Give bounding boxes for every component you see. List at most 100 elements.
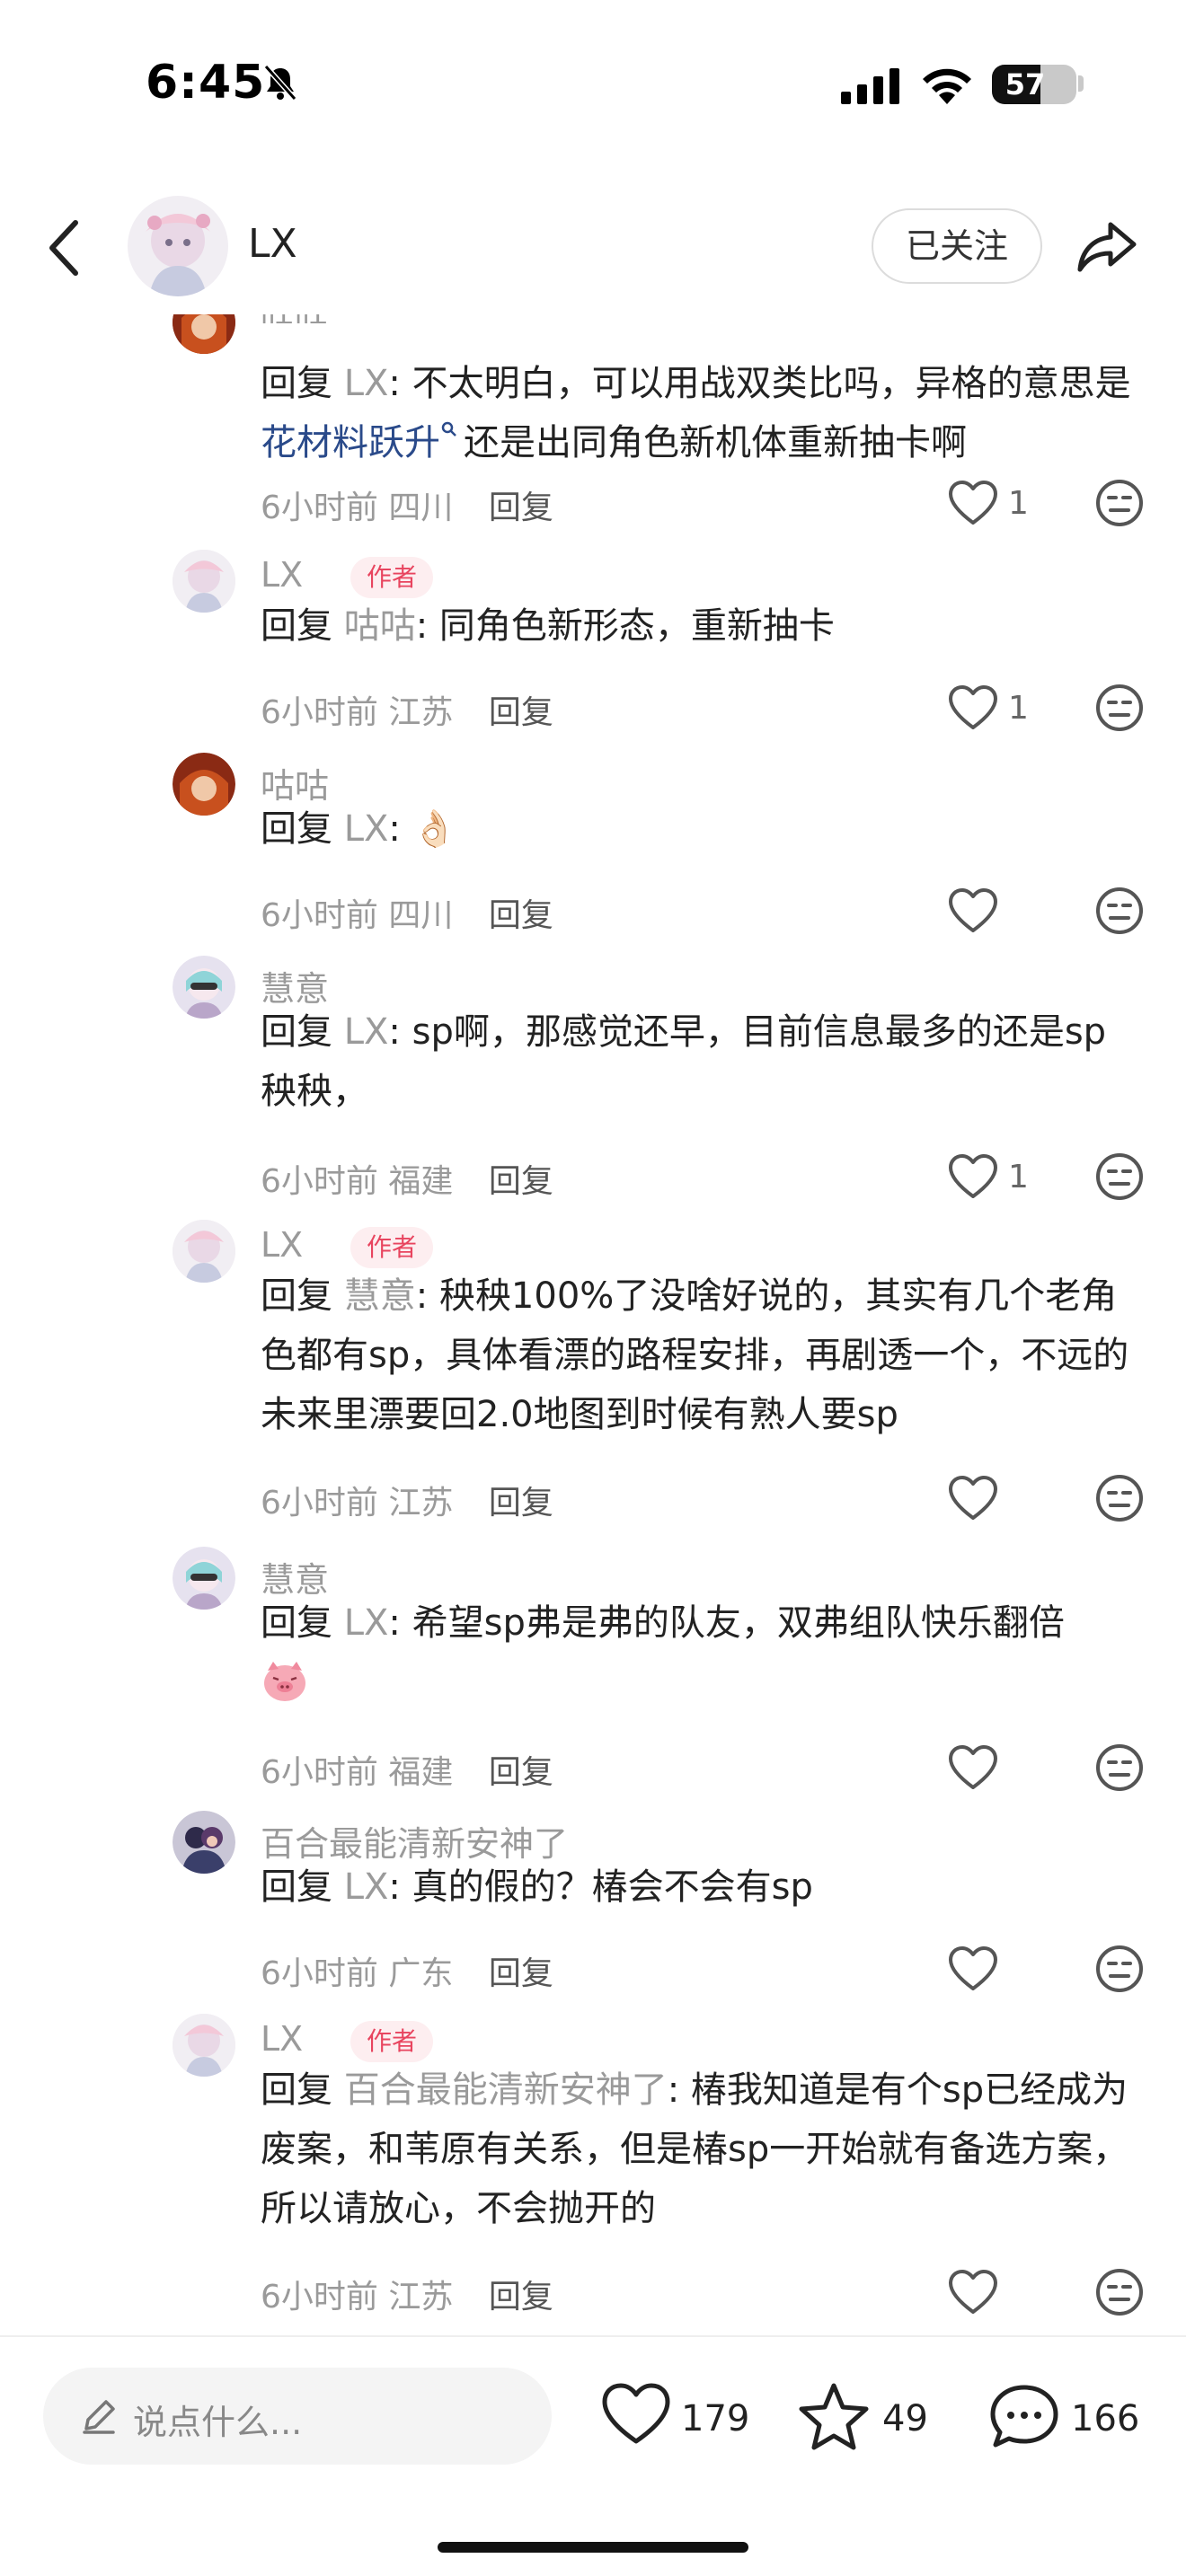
comment-time: 6小时前: [261, 1754, 378, 1791]
comment-text: 回复 LX: 不太明白，可以用战双类比吗，异格的意思是 花材料跃升 还是出同角色新…: [261, 354, 1141, 472]
heart-icon: [602, 2383, 670, 2444]
comment-time: 6小时前: [261, 2279, 378, 2316]
comment-meta: 6小时前 广东 回复: [261, 1947, 553, 1994]
comment-meta: 6小时前 江苏 回复: [261, 1477, 553, 1523]
avatar[interactable]: [173, 1547, 235, 1610]
favorite-button[interactable]: 49: [798, 2382, 933, 2454]
comment-body-emoji: 👌🏻: [412, 808, 457, 850]
comment-text: 回复 LX: 真的假的？椿会不会有sp: [261, 1857, 1141, 1917]
heart-icon[interactable]: [947, 887, 999, 934]
comment-text: 回复 百合最能清新安神了: 椿我知道是有个sp已经成为废案，和苇原有关系，但是椿…: [261, 2060, 1141, 2238]
favorite-count: 49: [882, 2398, 928, 2439]
heart-icon[interactable]: [947, 1475, 999, 1522]
avatar[interactable]: [173, 956, 235, 1019]
reply-target[interactable]: 咕咕: [344, 605, 416, 647]
bell-slash-icon: [263, 65, 297, 101]
avatar[interactable]: [173, 550, 235, 613]
avatar[interactable]: [173, 1811, 235, 1874]
heart-icon[interactable]: [947, 1744, 999, 1791]
share-icon[interactable]: [1075, 214, 1139, 278]
comment-meta: 6小时前 江苏 回复: [261, 2271, 553, 2317]
reply-prefix: 回复: [261, 2069, 332, 2111]
reply-button[interactable]: 回复: [489, 694, 553, 731]
reply-target[interactable]: LX: [344, 1866, 389, 1908]
neutral-face-icon[interactable]: [1094, 2267, 1145, 2317]
reply-separator: :: [388, 363, 412, 404]
comment-meta: 6小时前 福建 回复: [261, 1746, 553, 1793]
reply-target[interactable]: 慧意: [344, 1275, 416, 1317]
neutral-face-icon[interactable]: [1094, 478, 1145, 528]
pencil-icon: [83, 2400, 115, 2434]
back-icon[interactable]: [40, 216, 90, 280]
search-link[interactable]: 花材料跃升: [261, 422, 440, 463]
commenter-name: 咕咕: [261, 314, 329, 323]
reply-target[interactable]: LX: [344, 1602, 389, 1644]
comment-location: 江苏: [388, 2279, 454, 2316]
heart-icon[interactable]: [947, 684, 999, 731]
comment-location: 四川: [388, 490, 454, 526]
like-post-button[interactable]: 179: [600, 2382, 753, 2454]
comment-time: 6小时前: [261, 490, 378, 526]
author-name: LX: [248, 221, 297, 267]
comment-body: 希望sp弗是弗的队友，双弗组队快乐翻倍: [412, 1602, 1065, 1644]
reply-target[interactable]: LX: [344, 808, 389, 850]
reply-prefix: 回复: [261, 363, 332, 404]
comment-meta: 6小时前 江苏 回复: [261, 686, 553, 733]
reply-target[interactable]: LX: [344, 363, 389, 404]
commenter-name: LX: [261, 2019, 304, 2059]
reply-separator: :: [415, 1275, 439, 1317]
reply-prefix: 回复: [261, 1602, 332, 1644]
comment-body: 不太明白，可以用战双类比吗，异格的意思是: [412, 363, 1131, 404]
comment-time: 6小时前: [261, 1485, 378, 1522]
comment-meta: 6小时前 福建 回复: [261, 1155, 553, 1202]
reply-button[interactable]: 回复: [489, 1163, 553, 1200]
comment-location: 江苏: [388, 1485, 454, 1522]
comment-time: 6小时前: [261, 1163, 378, 1200]
reply-button[interactable]: 回复: [489, 1485, 553, 1522]
neutral-face-icon[interactable]: [1094, 1742, 1145, 1793]
comment-text: 回复 LX: sp啊，那感觉还早，目前信息最多的还是sp秧秧，: [261, 1002, 1141, 1121]
post-like-count: 179: [681, 2398, 750, 2439]
search-link-icon[interactable]: [440, 420, 458, 438]
neutral-face-icon[interactable]: [1094, 1944, 1145, 1994]
reply-button[interactable]: 回复: [489, 2279, 553, 2316]
heart-icon[interactable]: [947, 480, 999, 526]
comment-input[interactable]: 说点什么...: [43, 2368, 552, 2465]
reply-target[interactable]: 百合最能清新安神了: [344, 2069, 668, 2111]
reply-button[interactable]: 回复: [489, 1754, 553, 1791]
reply-prefix: 回复: [261, 1011, 332, 1053]
avatar[interactable]: [173, 753, 235, 816]
neutral-face-icon[interactable]: [1094, 1151, 1145, 1202]
heart-icon[interactable]: [947, 2269, 999, 2316]
comment-text: 回复 慧意: 秧秧100%了没啥好说的，其实有几个老角色都有sp，具体看漂的路程…: [261, 1266, 1141, 1444]
neutral-face-icon[interactable]: [1094, 1473, 1145, 1523]
author-avatar[interactable]: [128, 196, 228, 296]
reply-button[interactable]: 回复: [489, 897, 553, 934]
comment-meta: 6小时前 四川 回复: [261, 889, 553, 936]
reply-target[interactable]: LX: [344, 1011, 389, 1053]
reply-button[interactable]: 回复: [489, 1955, 553, 1992]
neutral-face-icon[interactable]: [1094, 683, 1145, 733]
heart-icon[interactable]: [947, 1945, 999, 1992]
comments-button[interactable]: 166: [988, 2382, 1150, 2454]
reply-button[interactable]: 回复: [489, 490, 553, 526]
follow-button[interactable]: 已关注: [872, 208, 1042, 284]
battery-level: 57: [1005, 67, 1046, 101]
avatar[interactable]: [173, 1220, 235, 1283]
avatar[interactable]: [173, 314, 235, 354]
avatar[interactable]: [173, 2014, 235, 2077]
comment-body: 真的假的？椿会不会有sp: [412, 1866, 813, 1908]
heart-icon[interactable]: [947, 1153, 999, 1200]
commenter-name: LX: [261, 1225, 304, 1265]
author-badge: 作者: [350, 557, 434, 598]
wifi-icon: [923, 68, 971, 104]
reply-prefix: 回复: [261, 605, 332, 647]
neutral-face-icon[interactable]: [1094, 886, 1145, 936]
comment-time: 6小时前: [261, 1955, 378, 1992]
star-icon: [799, 2383, 869, 2450]
like-count: 1: [1008, 690, 1029, 727]
pig-emoji-icon: [264, 1662, 305, 1701]
comment-body-2: 还是出同角色新机体重新抽卡啊: [464, 422, 967, 463]
comment-meta: 6小时前 四川 回复: [261, 481, 553, 528]
like-count: 1: [1008, 1159, 1029, 1195]
